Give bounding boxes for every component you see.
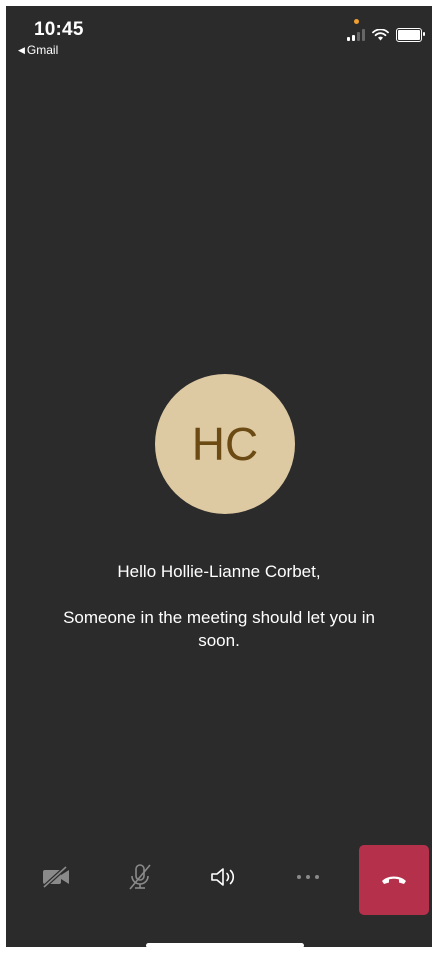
back-arrow-icon: ◀ xyxy=(18,44,25,55)
wifi-icon xyxy=(372,29,389,41)
home-indicator[interactable] xyxy=(146,943,304,947)
battery-icon xyxy=(396,28,425,42)
more-options-icon xyxy=(297,875,319,879)
call-controls xyxy=(6,843,432,915)
more-options-button[interactable] xyxy=(286,855,330,899)
lobby-message: Someone in the meeting should let you in… xyxy=(63,608,375,650)
greeting-text: Hello Hollie-Lianne Corbet, xyxy=(117,562,321,581)
status-time: 10:45 xyxy=(34,19,84,40)
back-to-app-link[interactable]: ◀ Gmail xyxy=(18,43,58,57)
camera-toggle-button[interactable] xyxy=(34,855,78,899)
mic-in-use-indicator xyxy=(354,19,359,24)
camera-off-icon xyxy=(42,865,69,889)
call-screen: 10:45 ◀ Gmail HC Hello Hollie-Lianne Cor… xyxy=(6,6,432,947)
mic-off-icon xyxy=(129,864,151,890)
status-icons xyxy=(347,28,425,42)
signal-icon xyxy=(347,29,365,41)
speaker-icon xyxy=(211,868,235,886)
mute-button[interactable] xyxy=(118,855,162,899)
back-app-label: Gmail xyxy=(26,43,59,57)
participant-avatar: HC xyxy=(155,374,295,514)
speaker-button[interactable] xyxy=(202,855,246,899)
end-call-button[interactable] xyxy=(359,845,429,915)
end-call-icon xyxy=(382,876,406,884)
